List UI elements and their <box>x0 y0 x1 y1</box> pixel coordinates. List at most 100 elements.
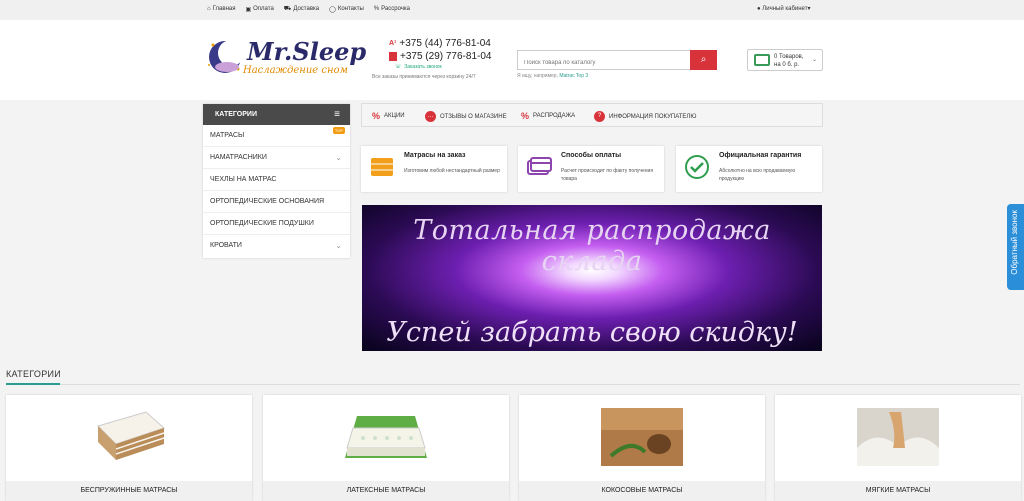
categories-heading: КАТЕГОРИИ <box>6 369 62 379</box>
basket-icon <box>754 54 770 66</box>
feature-payment: Способы оплаты Расчет происходит по факт… <box>518 146 664 192</box>
divider-accent <box>6 383 60 385</box>
mattress-icon <box>371 158 393 176</box>
search-hint-prefix: Я ищу, например, <box>517 73 558 79</box>
callback-widget-label: Обратный звонок <box>1010 210 1019 275</box>
feature-custom-mattress: Матрасы на заказ Изготовим любой нестанд… <box>361 146 507 192</box>
review-icon: … <box>425 111 436 122</box>
cart-total: на 0 б. р. <box>774 62 800 68</box>
category-card-label: КОКОСОВЫЕ МАТРАСЫ <box>519 481 765 501</box>
orders-note: Все заказы принимаются через корзину 24/… <box>372 74 476 80</box>
operator-a1-icon: A¹ <box>389 40 397 47</box>
callback-link-label: Заказать звонок <box>404 64 442 70</box>
nav-contacts-label: Контакты <box>337 6 364 12</box>
nav-home-label: Главная <box>212 6 236 12</box>
truck-icon: ⛟ <box>283 6 292 12</box>
percent-icon: % <box>373 6 380 12</box>
moon-logo-icon <box>208 40 244 73</box>
banner-headline: Тотальная распродажа склада <box>413 215 771 277</box>
logo[interactable]: Mr.Sleep Наслаждение сном <box>203 35 366 81</box>
feature-desc: Изготовим любой нестандартный размер <box>404 168 500 174</box>
nav-home[interactable]: ⌂ Главная <box>207 5 235 13</box>
sidebar-item-label: ЧЕХЛЫ НА МАТРАС <box>210 176 277 183</box>
feature-title: Способы оплаты <box>561 152 622 159</box>
account-label: Личный кабинет <box>762 6 808 12</box>
user-icon: ● <box>757 6 761 12</box>
phone-row-1[interactable]: A¹ +375 (44) 776-81-04 <box>389 38 491 49</box>
nav-payment[interactable]: ▣ Оплата <box>245 5 273 13</box>
search-input[interactable] <box>518 54 691 72</box>
cart-summary: 0 Товаров, на 0 б. р. <box>774 53 804 69</box>
feature-title: Матрасы на заказ <box>404 152 466 159</box>
search-hint: Я ищу, например, Matrac Top 3 <box>517 73 588 79</box>
menu-item-label: РАСПРОДАЖА <box>533 113 576 119</box>
menu-item-label: ИНФОРМАЦИЯ ПОКУПАТЕЛЮ <box>609 113 697 120</box>
phone-1: +375 (44) 776-81-04 <box>399 38 491 49</box>
caret-down-icon: ▾ <box>807 6 811 12</box>
promo-menu: % АКЦИИ … ОТЗЫВЫ О МАГАЗИНЕ % РАСПРОДАЖА ? И… <box>361 103 823 127</box>
phone-row-2[interactable]: +375 (29) 776-81-04 <box>389 51 491 62</box>
menu-item-promotions[interactable]: % АКЦИИ <box>372 111 405 121</box>
phone-icon: ☏ <box>395 64 402 70</box>
operator-mts-icon <box>389 52 397 61</box>
sidebar-item-beds[interactable]: КРОВАТИ ⌄ <box>203 235 350 257</box>
menu-item-sale[interactable]: % РАСПРОДАЖА <box>521 111 575 121</box>
sale-icon: % <box>521 111 530 121</box>
card-icon <box>527 157 552 175</box>
feature-desc: Расчет происходит по факту получения тов… <box>561 168 654 182</box>
banner-subline: Успей забрать свою скидку! <box>386 317 798 348</box>
info-icon: ? <box>594 111 605 122</box>
chevron-down-icon: ⌄ <box>811 57 817 63</box>
sidebar-item-label: ОРТОПЕДИЧЕСКИЕ ОСНОВАНИЯ <box>210 198 325 205</box>
logo-slogan: Наслаждение сном <box>243 65 348 76</box>
menu-item-label: АКЦИИ <box>384 113 405 119</box>
search-box: ⌕ <box>517 50 717 72</box>
nav-installment[interactable]: % Рассрочка <box>374 5 410 13</box>
top-bar: ⌂ Главная ▣ Оплата ⛟ Доставка ◯ Контакты % Ра… <box>0 0 1024 20</box>
phones-block: A¹ +375 (44) 776-81-04 +375 (29) 776-81-0… <box>372 38 491 80</box>
sidebar-item-label: НАМАТРАСНИКИ <box>210 154 267 161</box>
callback-link[interactable]: ☏ Заказать звонок <box>395 64 491 70</box>
nav-delivery[interactable]: ⛟ Доставка <box>284 5 319 13</box>
search-icon: ⌕ <box>700 54 707 65</box>
account-menu[interactable]: ● Личный кабинет▾ <box>757 5 810 12</box>
category-sidebar: КАТЕГОРИИ ≡ МАТРАСЫ TOP НАМАТРАСНИКИ ⌄ Ч… <box>203 104 350 258</box>
categories-divider <box>6 383 1020 385</box>
springless-mattress-image <box>97 411 165 460</box>
category-card[interactable]: КОКОСОВЫЕ МАТРАСЫ <box>519 395 765 501</box>
top-badge: TOP <box>332 127 345 134</box>
sale-banner[interactable]: Тотальная распродажа склада Успей забрат… <box>362 205 822 351</box>
search-hint-link[interactable]: Matrac Top 3 <box>559 73 588 79</box>
sidebar-item-pillows[interactable]: ОРТОПЕДИЧЕСКИЕ ПОДУШКИ <box>203 213 350 235</box>
menu-item-label: ОТЗЫВЫ О МАГАЗИНЕ <box>440 113 507 120</box>
check-icon <box>685 155 709 179</box>
category-card[interactable]: ЛАТЕКСНЫЕ МАТРАСЫ <box>263 395 509 501</box>
search-button[interactable]: ⌕ <box>690 50 717 70</box>
menu-item-info[interactable]: ? ИНФОРМАЦИЯ ПОКУПАТЕЛЮ <box>594 111 696 122</box>
nav-contacts[interactable]: ◯ Контакты <box>329 5 364 13</box>
logo-title: Mr.Sleep <box>247 37 367 66</box>
feature-warranty: Официальная гарантия Абсолютно на всю пр… <box>676 146 822 192</box>
sidebar-item-toppers[interactable]: НАМАТРАСНИКИ ⌄ <box>203 147 350 169</box>
nav-installment-label: Рассрочка <box>381 6 411 12</box>
sidebar-item-label: МАТРАСЫ <box>210 132 245 139</box>
category-card[interactable]: БЕСПРУЖИННЫЕ МАТРАСЫ <box>6 395 252 501</box>
sidebar-item-bases[interactable]: ОРТОПЕДИЧЕСКИЕ ОСНОВАНИЯ <box>203 191 350 213</box>
percent-icon: % <box>372 111 381 121</box>
category-card-label: МЯГКИЕ МАТРАСЫ <box>775 481 1021 501</box>
menu-item-reviews[interactable]: … ОТЗЫВЫ О МАГАЗИНЕ <box>425 111 507 122</box>
sidebar-title: КАТЕГОРИИ <box>215 111 257 118</box>
category-card-label: ЛАТЕКСНЫЕ МАТРАСЫ <box>263 481 509 501</box>
hamburger-icon: ≡ <box>334 109 340 120</box>
sidebar-item-label: ОРТОПЕДИЧЕСКИЕ ПОДУШКИ <box>210 220 314 227</box>
cart-button[interactable]: 0 Товаров, на 0 б. р. ⌄ <box>747 49 823 71</box>
chat-icon: ◯ <box>329 6 336 13</box>
sidebar-header[interactable]: КАТЕГОРИИ ≡ <box>203 104 350 125</box>
phone-2: +375 (29) 776-81-04 <box>400 51 492 62</box>
category-card[interactable]: МЯГКИЕ МАТРАСЫ <box>775 395 1021 501</box>
sidebar-item-covers[interactable]: ЧЕХЛЫ НА МАТРАС <box>203 169 350 191</box>
cart-count: 0 Товаров, <box>774 54 804 60</box>
callback-widget[interactable]: Обратный звонок <box>1007 204 1024 290</box>
nav-delivery-label: Доставка <box>293 6 320 12</box>
sidebar-item-mattresses[interactable]: МАТРАСЫ TOP <box>203 125 350 147</box>
